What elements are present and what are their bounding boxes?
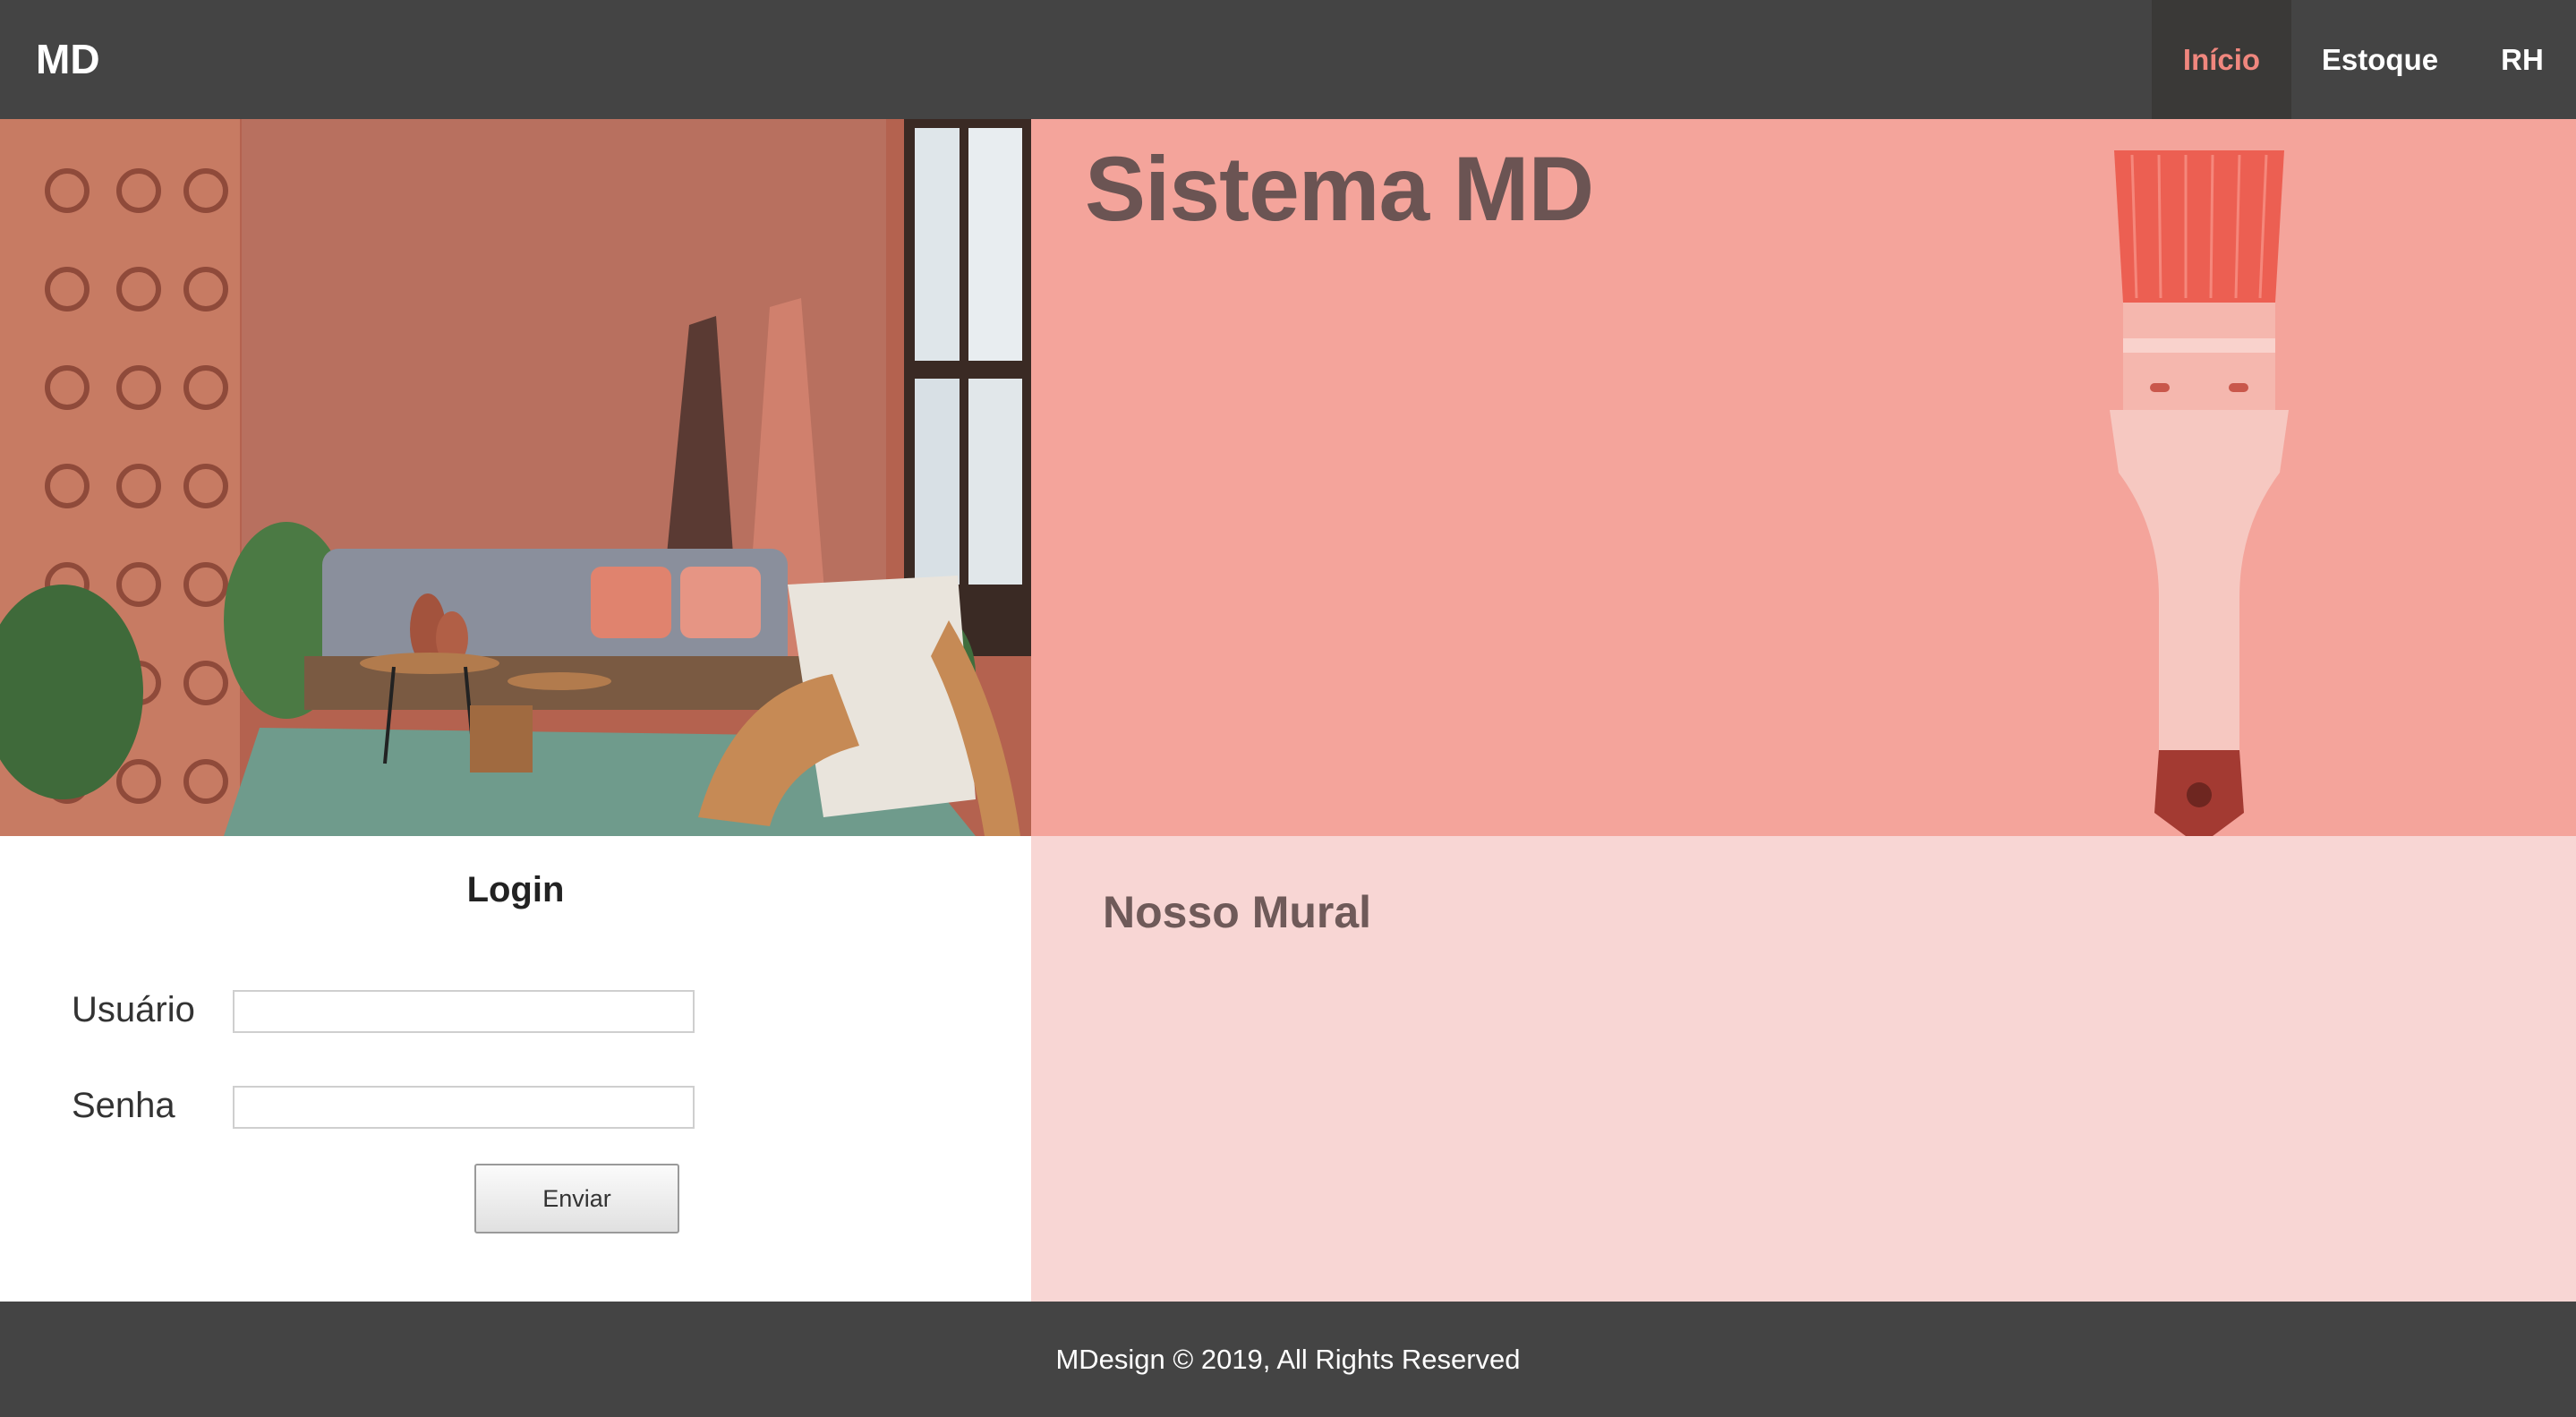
hero-banner: Sistema MD [1031, 119, 2576, 836]
nav-item-estoque[interactable]: Estoque [2291, 0, 2469, 119]
footer: MDesign © 2019, All Rights Reserved [0, 1302, 2576, 1417]
password-label: Senha [72, 1086, 175, 1125]
hero-title: Sistema MD [1085, 138, 1594, 240]
paintbrush-image [2110, 150, 2289, 836]
submit-button[interactable]: Enviar [474, 1164, 679, 1233]
username-label: Usuário [72, 990, 195, 1029]
nav-item-rh[interactable]: RH [2469, 0, 2576, 119]
nav-item-inicio[interactable]: Início [2152, 0, 2291, 119]
login-title: Login [466, 870, 565, 909]
brand-logo[interactable]: MD [36, 0, 100, 119]
login-panel: Login Usuário Senha Enviar [0, 836, 1031, 1302]
living-room-photo [0, 119, 1031, 836]
footer-copyright: MDesign © 2019, All Rights Reserved [1055, 1344, 1521, 1375]
username-input[interactable] [233, 990, 695, 1033]
mural-panel: Nosso Mural [1031, 836, 2576, 1302]
password-input[interactable] [233, 1086, 695, 1129]
mural-title: Nosso Mural [1103, 887, 1372, 937]
top-navbar: MD Início Estoque RH [0, 0, 2576, 119]
